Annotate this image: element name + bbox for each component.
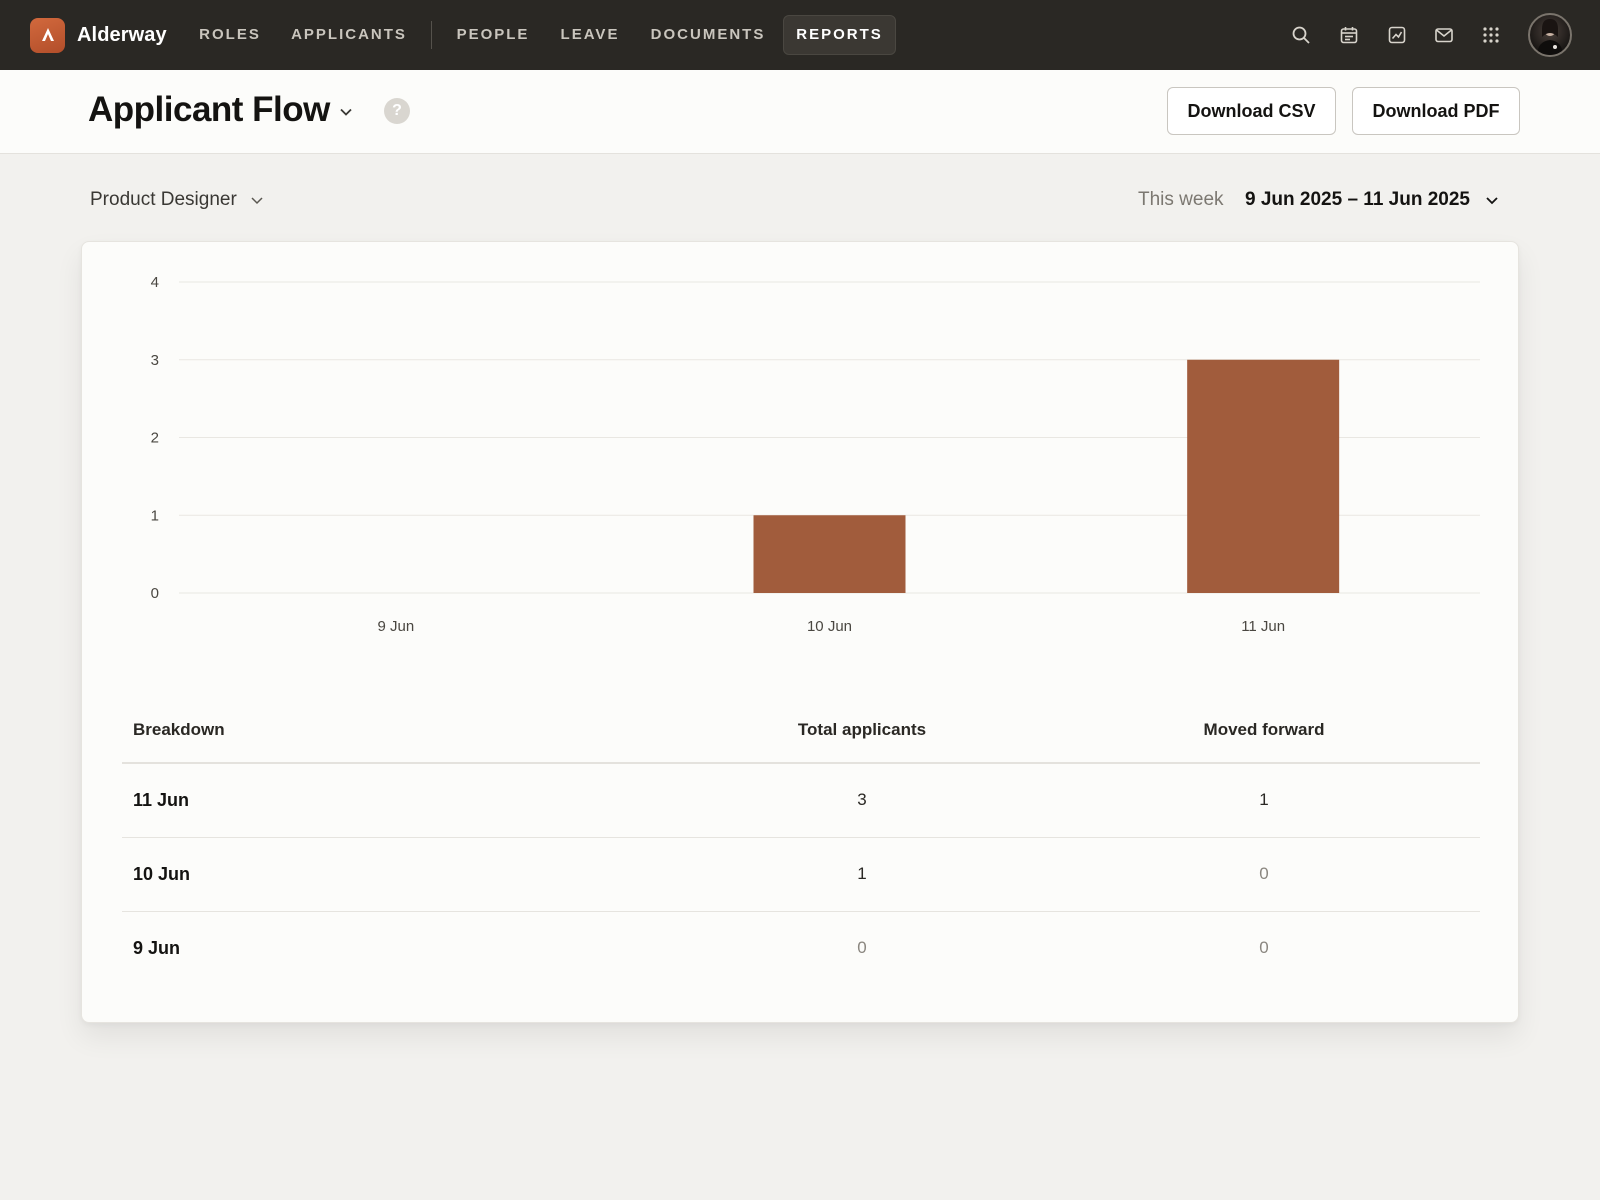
chevron-down-icon bbox=[1486, 197, 1498, 205]
row-date: 10 Jun bbox=[133, 864, 191, 884]
table-row[interactable]: 11 Jun 3 1 bbox=[122, 764, 1480, 838]
table-row[interactable]: 10 Jun 1 0 bbox=[122, 838, 1480, 912]
table-header: Breakdown Total applicants Moved forward bbox=[122, 706, 1480, 764]
nav-item-documents[interactable]: DOCUMENTS bbox=[648, 15, 768, 55]
bar bbox=[753, 515, 906, 593]
nav-item-people[interactable]: PEOPLE bbox=[455, 15, 531, 55]
calendar-icon[interactable] bbox=[1337, 23, 1361, 47]
row-total: 3 bbox=[857, 790, 867, 809]
row-moved: 0 bbox=[1259, 938, 1269, 957]
download-csv-button[interactable]: Download CSV bbox=[1167, 87, 1336, 135]
brand[interactable]: Alderway bbox=[30, 17, 167, 53]
avatar[interactable] bbox=[1528, 13, 1572, 57]
table-row[interactable]: 9 Jun 0 0 bbox=[122, 912, 1480, 986]
y-tick-label: 1 bbox=[151, 507, 159, 524]
chevron-down-icon[interactable] bbox=[336, 102, 356, 122]
nav-divider bbox=[431, 21, 432, 49]
breakdown-header: Breakdown bbox=[133, 720, 225, 739]
x-tick-label: 11 Jun bbox=[1241, 618, 1285, 635]
chart-icon[interactable] bbox=[1385, 23, 1409, 47]
x-tick-label: 10 Jun bbox=[807, 618, 852, 635]
moved-forward-header: Moved forward bbox=[1203, 720, 1325, 739]
nav-item-leave[interactable]: LEAVE bbox=[558, 15, 622, 55]
date-range-label: 9 Jun 2025 – 11 Jun 2025 bbox=[1245, 189, 1470, 210]
mail-icon[interactable] bbox=[1432, 23, 1456, 47]
date-range-dropdown[interactable]: 9 Jun 2025 – 11 Jun 2025 bbox=[1245, 186, 1500, 214]
alderway-logo-icon bbox=[30, 17, 65, 53]
x-tick-label: 9 Jun bbox=[377, 618, 414, 635]
role-filter-label: Product Designer bbox=[90, 189, 237, 210]
applicant-flow-bar-chart: 0 1 2 3 4 9 Jun 10 Jun 11 Jun bbox=[151, 274, 1480, 635]
bar bbox=[1187, 359, 1340, 593]
row-moved: 0 bbox=[1259, 864, 1269, 883]
page-title: Applicant Flow bbox=[88, 90, 330, 129]
nav-item-reports[interactable]: REPORTS bbox=[783, 15, 896, 55]
nav-item-roles[interactable]: ROLES bbox=[195, 15, 265, 55]
row-date: 11 Jun bbox=[133, 790, 190, 810]
row-total: 0 bbox=[857, 938, 867, 957]
page-header: Applicant Flow ? Download CSV Download P… bbox=[0, 70, 1600, 154]
role-filter-dropdown[interactable]: Product Designer bbox=[90, 186, 265, 214]
y-tick-label: 4 bbox=[151, 274, 159, 291]
row-date: 9 Jun bbox=[133, 938, 181, 958]
download-pdf-button[interactable]: Download PDF bbox=[1352, 87, 1520, 135]
breakdown-table: Breakdown Total applicants Moved forward… bbox=[122, 706, 1480, 986]
nav-item-applicants[interactable]: APPLICANTS bbox=[291, 15, 407, 55]
app-name: Alderway bbox=[77, 23, 167, 46]
y-tick-label: 2 bbox=[151, 430, 159, 447]
top-nav: Alderway ROLES APPLICANTS PEOPLE LEAVE D… bbox=[0, 0, 1600, 70]
row-moved: 1 bbox=[1259, 790, 1269, 809]
y-tick-label: 3 bbox=[151, 352, 159, 369]
period-label: This week bbox=[1138, 189, 1224, 210]
y-tick-label: 0 bbox=[151, 585, 159, 602]
row-total: 1 bbox=[857, 864, 867, 883]
total-applicants-header: Total applicants bbox=[797, 720, 927, 739]
help-icon[interactable]: ? bbox=[384, 98, 410, 124]
search-icon[interactable] bbox=[1289, 23, 1313, 47]
report-card: 0 1 2 3 4 9 Jun 10 Jun 11 Jun Breakdown Total a… bbox=[81, 241, 1519, 1023]
apps-grid-icon[interactable] bbox=[1479, 23, 1503, 47]
chevron-down-icon bbox=[251, 197, 263, 205]
